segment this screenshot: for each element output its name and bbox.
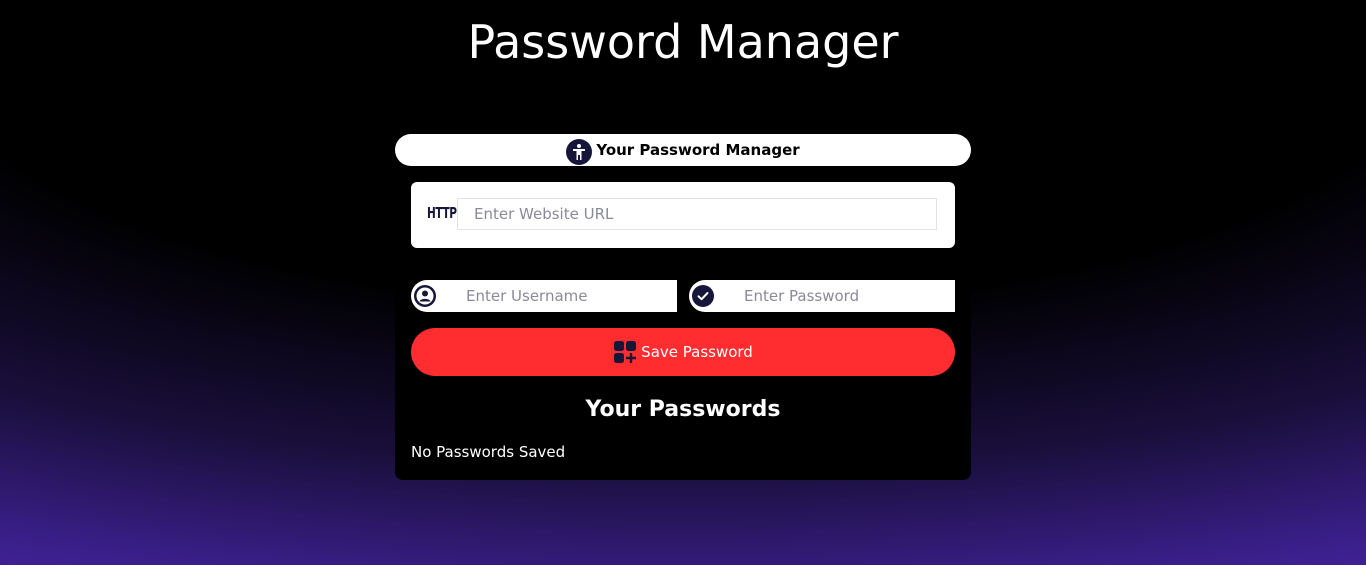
card-header-label: Your Password Manager — [596, 141, 800, 159]
check-circle-icon — [691, 284, 715, 308]
password-manager-card: Your Password Manager HTTP Enter Website… — [395, 134, 971, 480]
username-input[interactable] — [466, 281, 676, 311]
empty-passwords-message: No Passwords Saved — [411, 443, 566, 461]
http-prefix-label: HTTP — [427, 204, 457, 222]
card-header: Your Password Manager — [395, 134, 971, 166]
page-title: Password Manager — [467, 15, 899, 69]
password-field — [689, 280, 955, 312]
passwords-list-title: Your Passwords — [585, 397, 781, 422]
save-password-button[interactable]: Save Password — [411, 328, 955, 376]
website-url-input[interactable] — [457, 198, 937, 230]
save-password-label: Save Password — [641, 343, 753, 361]
person-icon — [566, 139, 593, 165]
user-circle-icon — [413, 284, 437, 308]
password-input[interactable] — [744, 281, 954, 311]
add-grid-icon — [613, 340, 637, 364]
username-field — [411, 280, 677, 312]
url-section: HTTP — [411, 182, 955, 248]
